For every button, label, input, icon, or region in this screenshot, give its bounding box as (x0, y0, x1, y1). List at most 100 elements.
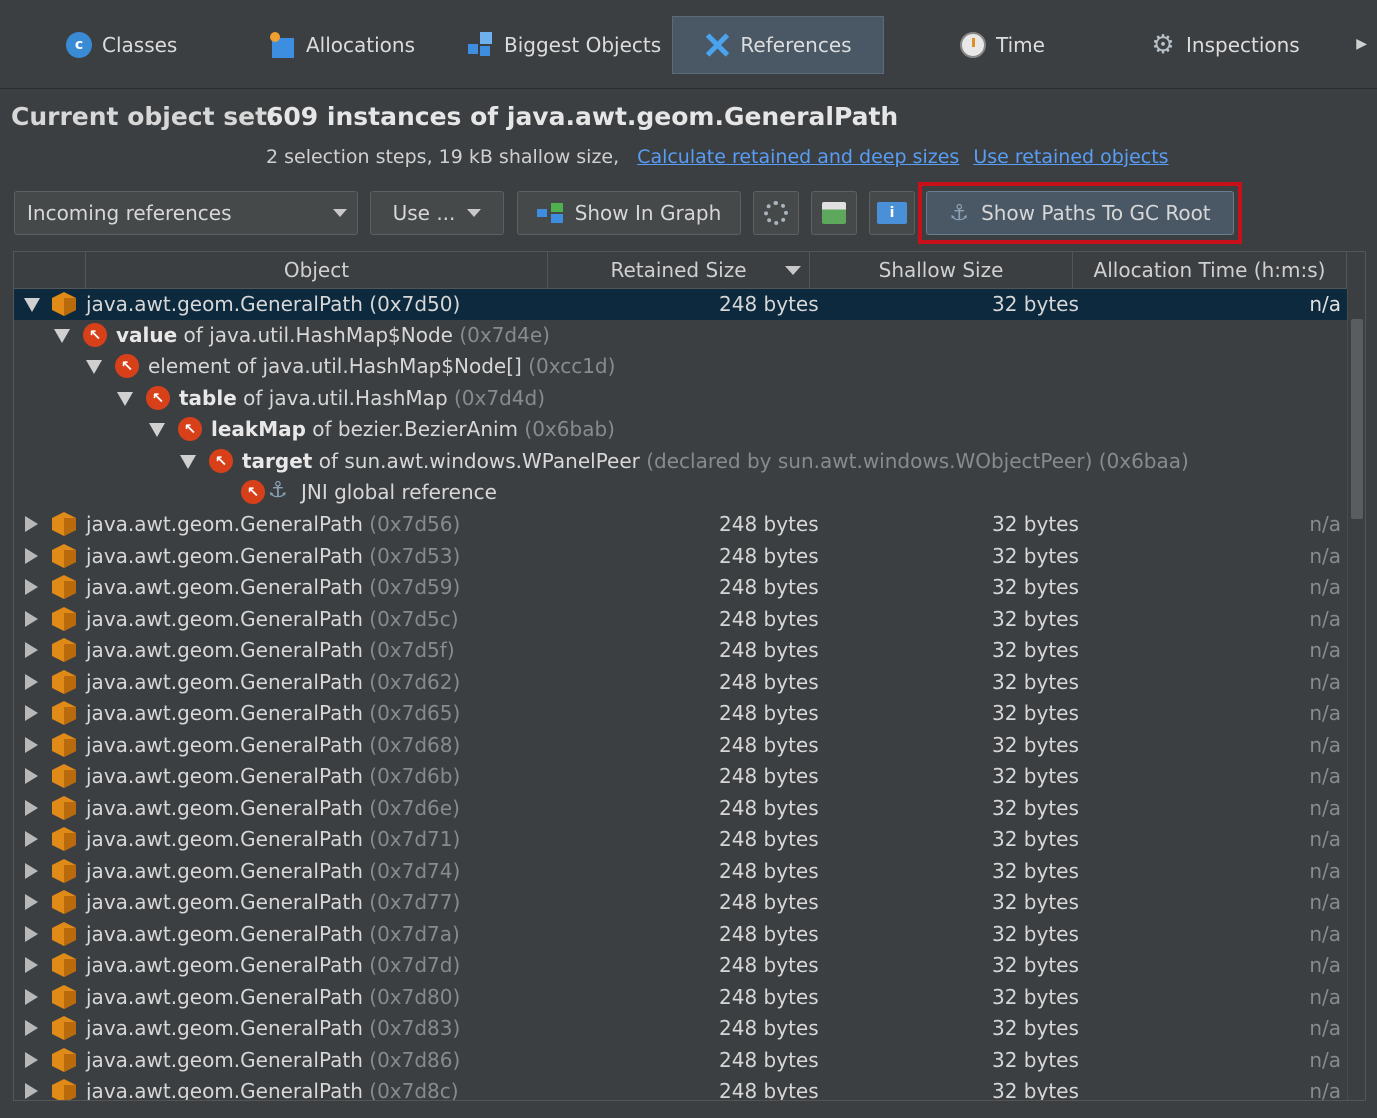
expand-toggle-icon[interactable] (25, 611, 38, 627)
object-instance-icon (52, 701, 76, 725)
sort-descending-icon (785, 266, 801, 275)
object-id: (0x7d5f) (369, 638, 455, 662)
object-id: (0x7d4d) (447, 386, 546, 410)
object-instance-icon (52, 292, 76, 316)
column-header-shallow-size[interactable]: Shallow Size (810, 252, 1073, 288)
tabs-scroll-right-icon[interactable]: ▶ (1356, 36, 1367, 52)
tab-biggest-objects[interactable]: Biggest Objects (468, 16, 661, 74)
reference-row[interactable]: ↖ target of sun.awt.windows.WPanelPeer (… (14, 446, 1347, 477)
object-class: java.awt.geom.GeneralPath (86, 796, 363, 820)
column-header-retained-size[interactable]: Retained Size (548, 252, 810, 288)
table-row[interactable]: java.awt.geom.GeneralPath (0x7d65) 248 by… (14, 698, 1347, 729)
table-row[interactable]: java.awt.geom.GeneralPath (0x7d80) 248 by… (14, 982, 1347, 1013)
expand-toggle-icon[interactable] (25, 579, 38, 595)
tab-references[interactable]: References (672, 16, 884, 74)
expand-toggle-icon[interactable] (25, 863, 38, 879)
object-class: java.awt.geom.GeneralPath (86, 827, 363, 851)
table-row[interactable]: java.awt.geom.GeneralPath (0x7d7a) 248 by… (14, 919, 1347, 950)
shallow-size: 32 bytes (992, 859, 1079, 883)
show-in-graph-button[interactable]: Show In Graph (517, 191, 741, 235)
table-row[interactable]: java.awt.geom.GeneralPath (0x7d56) 248 by… (14, 509, 1347, 540)
scrollbar-thumb[interactable] (1351, 319, 1363, 519)
collapse-toggle-icon[interactable] (149, 423, 165, 437)
tab-label: Inspections (1186, 33, 1300, 57)
collapse-toggle-icon[interactable] (86, 360, 102, 374)
allocation-time: n/a (1309, 670, 1341, 694)
table-row[interactable]: java.awt.geom.GeneralPath (0x7d6e) 248 by… (14, 793, 1347, 824)
expand-toggle-icon[interactable] (25, 894, 38, 910)
show-paths-to-gc-root-button[interactable]: ⚓ Show Paths To GC Root (926, 191, 1234, 235)
expand-toggle-icon[interactable] (25, 1083, 38, 1099)
expand-toggle-icon[interactable] (25, 642, 38, 658)
info-button[interactable]: i (869, 191, 915, 235)
expand-toggle-icon[interactable] (25, 737, 38, 753)
anchor-icon: ⚓ (268, 478, 288, 503)
vertical-scrollbar[interactable] (1347, 289, 1365, 1100)
reference-type-dropdown[interactable]: Incoming references (14, 191, 358, 235)
retained-size: 248 bytes (719, 1079, 819, 1101)
use-retained-objects-link[interactable]: Use retained objects (973, 146, 1168, 168)
object-instance-icon (52, 953, 76, 977)
settings-button[interactable] (753, 191, 799, 235)
export-button[interactable] (811, 191, 857, 235)
table-row[interactable]: java.awt.geom.GeneralPath (0x7d86) 248 by… (14, 1045, 1347, 1076)
tab-allocations[interactable]: Allocations (270, 16, 415, 74)
expand-toggle-icon[interactable] (25, 989, 38, 1005)
table-row[interactable]: java.awt.geom.GeneralPath (0x7d7d) 248 by… (14, 950, 1347, 981)
reference-row[interactable]: ↖ element of java.util.HashMap$Node[] (0… (14, 351, 1347, 382)
expand-toggle-icon[interactable] (25, 1020, 38, 1036)
table-row[interactable]: java.awt.geom.GeneralPath (0x7d71) 248 by… (14, 824, 1347, 855)
table-row[interactable]: java.awt.geom.GeneralPath (0x7d6b) 248 by… (14, 761, 1347, 792)
table-row[interactable]: java.awt.geom.GeneralPath (0x7d5c) 248 by… (14, 604, 1347, 635)
table-row[interactable]: java.awt.geom.GeneralPath (0x7d68) 248 by… (14, 730, 1347, 761)
object-id: (0xcc1d) (521, 354, 616, 378)
expand-toggle-icon[interactable] (25, 957, 38, 973)
tab-classes[interactable]: c Classes (66, 16, 177, 74)
collapse-toggle-icon[interactable] (180, 455, 196, 469)
expand-toggle-icon[interactable] (25, 926, 38, 942)
holder-class: of sun.awt.windows.WPanelPeer (312, 449, 640, 473)
collapse-toggle-icon[interactable] (54, 329, 70, 343)
table-row[interactable]: java.awt.geom.GeneralPath (0x7d5f) 248 by… (14, 635, 1347, 666)
column-header-allocation-time[interactable]: Allocation Time (h:m:s) (1073, 252, 1347, 288)
table-row[interactable]: java.awt.geom.GeneralPath (0x7d83) 248 by… (14, 1013, 1347, 1044)
table-row[interactable]: java.awt.geom.GeneralPath (0x7d62) 248 by… (14, 667, 1347, 698)
object-instance-icon (52, 607, 76, 631)
expand-toggle-icon[interactable] (25, 1052, 38, 1068)
calculate-retained-sizes-link[interactable]: Calculate retained and deep sizes (637, 146, 959, 168)
expand-toggle-icon[interactable] (25, 548, 38, 564)
tab-time[interactable]: Time (960, 16, 1045, 74)
column-header-object[interactable]: Object (86, 252, 548, 288)
object-name: java.awt.geom.GeneralPath (0x7d77) (86, 890, 460, 914)
expand-toggle-icon[interactable] (25, 674, 38, 690)
tab-inspections[interactable]: ⚙ Inspections (1150, 16, 1300, 74)
table-row[interactable]: java.awt.geom.GeneralPath (0x7d77) 248 by… (14, 887, 1347, 918)
use-button[interactable]: Use ... (370, 191, 504, 235)
object-id: (0x7d83) (369, 1016, 461, 1040)
expand-toggle-icon[interactable] (25, 768, 38, 784)
collapse-toggle-icon[interactable] (117, 392, 133, 406)
object-id: (0x7d53) (369, 544, 461, 568)
expand-toggle-icon[interactable] (25, 800, 38, 816)
chevron-down-icon (467, 209, 482, 217)
table-row[interactable]: java.awt.geom.GeneralPath (0x7d8c) 248 by… (14, 1076, 1347, 1101)
table-row[interactable]: java.awt.geom.GeneralPath (0x7d59) 248 by… (14, 572, 1347, 603)
table-row-selected[interactable]: java.awt.geom.GeneralPath (0x7d50) 248 b… (14, 289, 1347, 320)
object-name: java.awt.geom.GeneralPath (0x7d7d) (86, 953, 460, 977)
object-class: java.awt.geom.GeneralPath (86, 922, 363, 946)
reference-row[interactable]: ↖ value of java.util.HashMap$Node (0x7d4… (14, 320, 1347, 351)
object-id: (0x7d71) (369, 827, 461, 851)
table-row[interactable]: java.awt.geom.GeneralPath (0x7d53) 248 by… (14, 541, 1347, 572)
object-name: java.awt.geom.GeneralPath (0x7d62) (86, 670, 460, 694)
expand-toggle-icon[interactable] (25, 516, 38, 532)
gear-icon: ⚙ (1151, 30, 1175, 60)
object-name: java.awt.geom.GeneralPath (0x7d71) (86, 827, 460, 851)
expand-toggle-icon[interactable] (25, 705, 38, 721)
reference-row[interactable]: ↖ leakMap of bezier.BezierAnim (0x6bab) (14, 414, 1347, 445)
gc-root-row[interactable]: ↖ ⚓ JNI global reference (14, 477, 1347, 508)
reference-row[interactable]: ↖ table of java.util.HashMap (0x7d4d) (14, 383, 1347, 414)
object-id: (0x7d77) (369, 890, 461, 914)
table-row[interactable]: java.awt.geom.GeneralPath (0x7d74) 248 by… (14, 856, 1347, 887)
expand-toggle-icon[interactable] (25, 831, 38, 847)
collapse-toggle-icon[interactable] (24, 298, 40, 312)
